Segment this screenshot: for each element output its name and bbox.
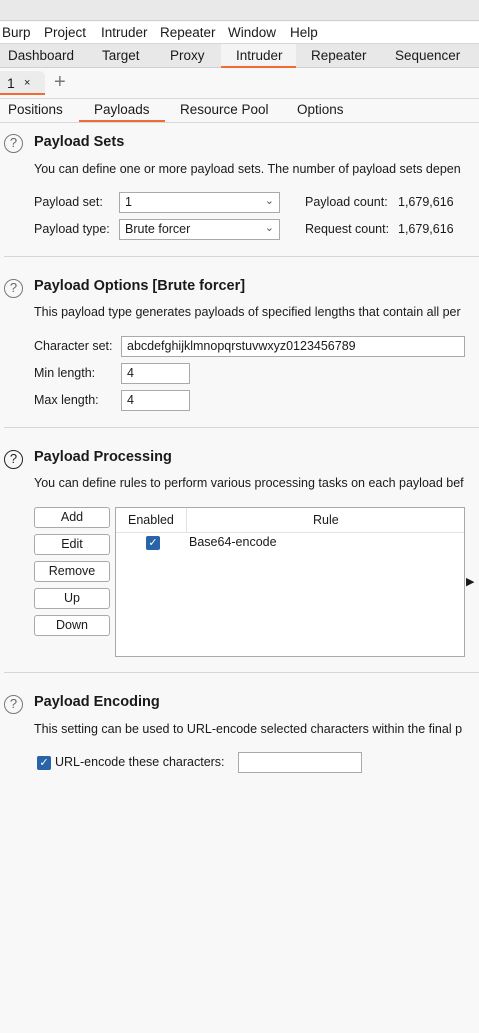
url-encode-label: URL-encode these characters: bbox=[55, 755, 225, 769]
help-icon[interactable]: ? bbox=[4, 134, 23, 153]
edit-button[interactable]: Edit bbox=[34, 534, 110, 555]
tab-dashboard[interactable]: Dashboard bbox=[8, 48, 74, 63]
payload-count-label: Payload count: bbox=[305, 195, 388, 209]
request-count-value: 1,679,616 bbox=[398, 222, 454, 236]
payload-processing-title: Payload Processing bbox=[34, 449, 172, 465]
tab-intruder[interactable]: Intruder bbox=[236, 48, 283, 63]
up-button[interactable]: Up bbox=[34, 588, 110, 609]
menu-burp[interactable]: Burp bbox=[2, 25, 31, 40]
payload-options-title: Payload Options [Brute forcer] bbox=[34, 278, 246, 294]
payload-type-label: Payload type: bbox=[34, 222, 110, 236]
menu-window[interactable]: Window bbox=[228, 25, 276, 40]
url-encode-checkbox[interactable]: ✓ bbox=[37, 756, 51, 770]
payload-set-label: Payload set: bbox=[34, 195, 103, 209]
instance-tab-1[interactable]: 1 × bbox=[0, 71, 45, 95]
max-length-input[interactable]: 4 bbox=[121, 390, 190, 411]
tab-options[interactable]: Options bbox=[297, 102, 344, 117]
payload-sets-title: Payload Sets bbox=[34, 134, 125, 150]
table-row[interactable]: ✓ Base64-encode bbox=[116, 534, 464, 554]
tab-target[interactable]: Target bbox=[102, 48, 140, 63]
instance-tab-label: 1 bbox=[7, 75, 15, 91]
down-button[interactable]: Down bbox=[34, 615, 110, 636]
payload-processing-desc: You can define rules to perform various … bbox=[34, 476, 464, 490]
divider bbox=[4, 672, 479, 673]
column-enabled[interactable]: Enabled bbox=[128, 513, 174, 527]
divider bbox=[4, 427, 479, 428]
chevron-down-icon: ⌄ bbox=[264, 195, 274, 207]
tab-positions[interactable]: Positions bbox=[8, 102, 63, 117]
remove-button[interactable]: Remove bbox=[34, 561, 110, 582]
max-length-label: Max length: bbox=[34, 393, 99, 407]
main-tabs: Dashboard Target Proxy Intruder Repeater… bbox=[0, 44, 479, 68]
help-icon[interactable]: ? bbox=[4, 695, 23, 714]
payload-type-select[interactable]: Brute forcer ⌄ bbox=[119, 219, 280, 240]
column-divider bbox=[186, 508, 187, 533]
menu-repeater[interactable]: Repeater bbox=[160, 25, 216, 40]
divider bbox=[4, 256, 479, 257]
close-icon[interactable]: × bbox=[24, 77, 30, 89]
chevron-down-icon: ⌄ bbox=[264, 222, 274, 234]
table-header: Enabled Rule bbox=[116, 508, 464, 533]
instance-tabs: 1 × + bbox=[0, 69, 479, 99]
tab-payloads[interactable]: Payloads bbox=[94, 102, 150, 117]
help-icon[interactable]: ? bbox=[4, 279, 23, 298]
payload-set-select[interactable]: 1 ⌄ bbox=[119, 192, 280, 213]
payload-encoding-title: Payload Encoding bbox=[34, 694, 160, 710]
rules-table: Enabled Rule ✓ Base64-encode bbox=[115, 507, 465, 657]
help-icon[interactable]: ? bbox=[4, 450, 23, 469]
payload-set-value: 1 bbox=[125, 195, 132, 209]
tab-proxy[interactable]: Proxy bbox=[170, 48, 205, 63]
menu-project[interactable]: Project bbox=[44, 25, 86, 40]
menu-bar: Burp Project Intruder Repeater Window He… bbox=[0, 22, 479, 44]
payload-type-value: Brute forcer bbox=[125, 222, 191, 236]
payload-options-desc: This payload type generates payloads of … bbox=[34, 305, 461, 319]
payload-sets-desc: You can define one or more payload sets.… bbox=[34, 162, 461, 176]
add-tab-icon[interactable]: + bbox=[54, 71, 66, 94]
tab-repeater[interactable]: Repeater bbox=[311, 48, 367, 63]
menu-intruder[interactable]: Intruder bbox=[101, 25, 148, 40]
payload-encoding-desc: This setting can be used to URL-encode s… bbox=[34, 722, 463, 736]
checkbox-checked-icon[interactable]: ✓ bbox=[146, 536, 160, 550]
url-encode-chars-input[interactable] bbox=[238, 752, 362, 773]
title-bar bbox=[0, 0, 479, 21]
expand-arrow-icon[interactable]: ▶ bbox=[466, 575, 474, 588]
add-button[interactable]: Add bbox=[34, 507, 110, 528]
payload-tabs: Positions Payloads Resource Pool Options bbox=[0, 99, 479, 123]
payload-count-value: 1,679,616 bbox=[398, 195, 454, 209]
column-rule[interactable]: Rule bbox=[313, 513, 339, 527]
tab-sequencer[interactable]: Sequencer bbox=[395, 48, 460, 63]
min-length-label: Min length: bbox=[34, 366, 96, 380]
charset-input[interactable]: abcdefghijklmnopqrstuvwxyz0123456789 bbox=[121, 336, 465, 357]
active-tab-indicator bbox=[79, 120, 165, 122]
tab-resource-pool[interactable]: Resource Pool bbox=[180, 102, 269, 117]
charset-label: Character set: bbox=[34, 339, 113, 353]
min-length-input[interactable]: 4 bbox=[121, 363, 190, 384]
menu-help[interactable]: Help bbox=[290, 25, 318, 40]
rule-name: Base64-encode bbox=[189, 535, 277, 549]
request-count-label: Request count: bbox=[305, 222, 390, 236]
